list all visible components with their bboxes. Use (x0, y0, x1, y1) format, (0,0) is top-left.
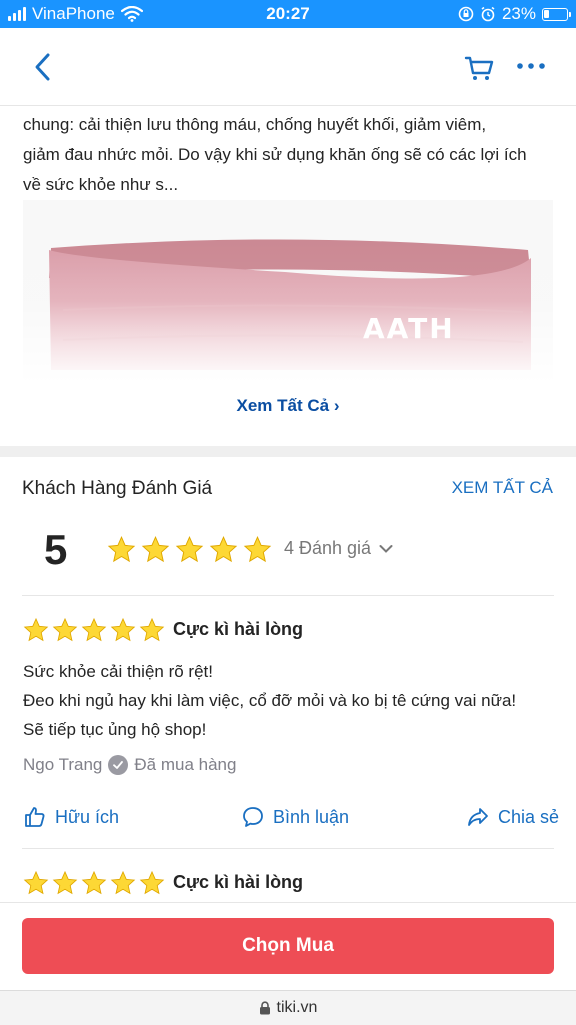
browser-url-bar[interactable]: tiki.vn (0, 990, 576, 1025)
star-icon (81, 617, 107, 642)
reviews-see-all-link[interactable]: XEM TẤT CẢ (452, 478, 553, 498)
product-image: AATH (23, 200, 553, 384)
product-description: chung: cải thiện lưu thông máu, chống hu… (23, 110, 553, 200)
description-line: giảm đau nhức mỏi. Do vậy khi sử dụng kh… (23, 145, 527, 164)
chevron-down-icon (379, 544, 393, 553)
star-icon (107, 535, 136, 563)
star-icon (209, 535, 238, 563)
nav-bar (0, 28, 576, 106)
see-all-label: Xem Tất Cả (236, 396, 330, 415)
review-body: Sức khỏe cải thiện rõ rệt! Đeo khi ngủ h… (23, 657, 553, 744)
share-button[interactable]: Chia sẻ (466, 805, 559, 829)
star-icon (23, 870, 49, 895)
review-count-label: 4 Đánh giá (284, 538, 372, 558)
review-line: Đeo khi ngủ hay khi làm việc, cổ đỡ mỏi … (23, 691, 517, 710)
star-icon (110, 617, 136, 642)
lock-icon (259, 1001, 270, 1015)
star-icon (110, 870, 136, 895)
chevron-right-icon: › (333, 396, 340, 415)
average-rating: 5 (44, 526, 68, 573)
star-icon (139, 617, 165, 642)
review-title: Cực kì hài lòng (173, 619, 304, 639)
average-rating-stars (107, 535, 272, 564)
star-icon (52, 617, 78, 642)
share-label: Chia sẻ (498, 806, 560, 827)
thumbs-up-icon (25, 807, 45, 827)
more-icon[interactable] (514, 50, 548, 84)
helpful-label: Hữu ích (55, 806, 120, 827)
star-icon (141, 535, 170, 563)
star-icon (23, 617, 49, 642)
url-text: tiki.vn (276, 999, 318, 1016)
review-line: Sẽ tiếp tục ủng hộ shop! (23, 720, 207, 739)
verified-purchase-label: Đã mua hàng (134, 755, 237, 774)
description-line: về sức khỏe như s... (23, 175, 179, 194)
star-icon (243, 535, 272, 563)
description-line: chung: cải thiện lưu thông máu, chống hu… (23, 115, 487, 134)
review-author: Ngo Trang (23, 755, 103, 774)
helpful-button[interactable]: Hữu ích (23, 805, 119, 829)
divider (22, 595, 554, 596)
review-title: Cực kì hài lòng (173, 872, 304, 892)
reviews-section-title: Khách Hàng Đánh Giá (22, 478, 213, 499)
comment-icon (243, 807, 263, 827)
description-see-all-link[interactable]: Xem Tất Cả › (0, 396, 576, 416)
battery-icon (542, 7, 571, 21)
section-divider (0, 446, 576, 457)
comment-label: Bình luận (273, 806, 350, 827)
back-arrow-icon[interactable] (28, 50, 58, 84)
alarm-icon (481, 6, 495, 22)
battery-percent: 23% (501, 4, 536, 23)
star-icon (81, 870, 107, 895)
star-icon (52, 870, 78, 895)
review-author-row: Ngo Trang Đã mua hàng (23, 755, 236, 775)
divider (22, 848, 554, 849)
comment-button[interactable]: Bình luận (241, 805, 349, 829)
cart-icon[interactable] (462, 50, 496, 84)
buy-button[interactable]: Chọn Mua (22, 918, 554, 974)
star-icon (139, 870, 165, 895)
status-bar: VinaPhone 20:27 23% (0, 0, 576, 28)
product-image-logo: AATH (363, 312, 455, 345)
orientation-lock-icon (458, 6, 474, 22)
review-stars (23, 617, 165, 643)
star-icon (175, 535, 204, 563)
review-count-dropdown[interactable]: 4 Đánh giá (284, 538, 393, 559)
share-icon (468, 808, 488, 826)
review-stars (23, 870, 165, 896)
review-line: Sức khỏe cải thiện rõ rệt! (23, 662, 213, 681)
verified-check-icon (108, 755, 129, 775)
